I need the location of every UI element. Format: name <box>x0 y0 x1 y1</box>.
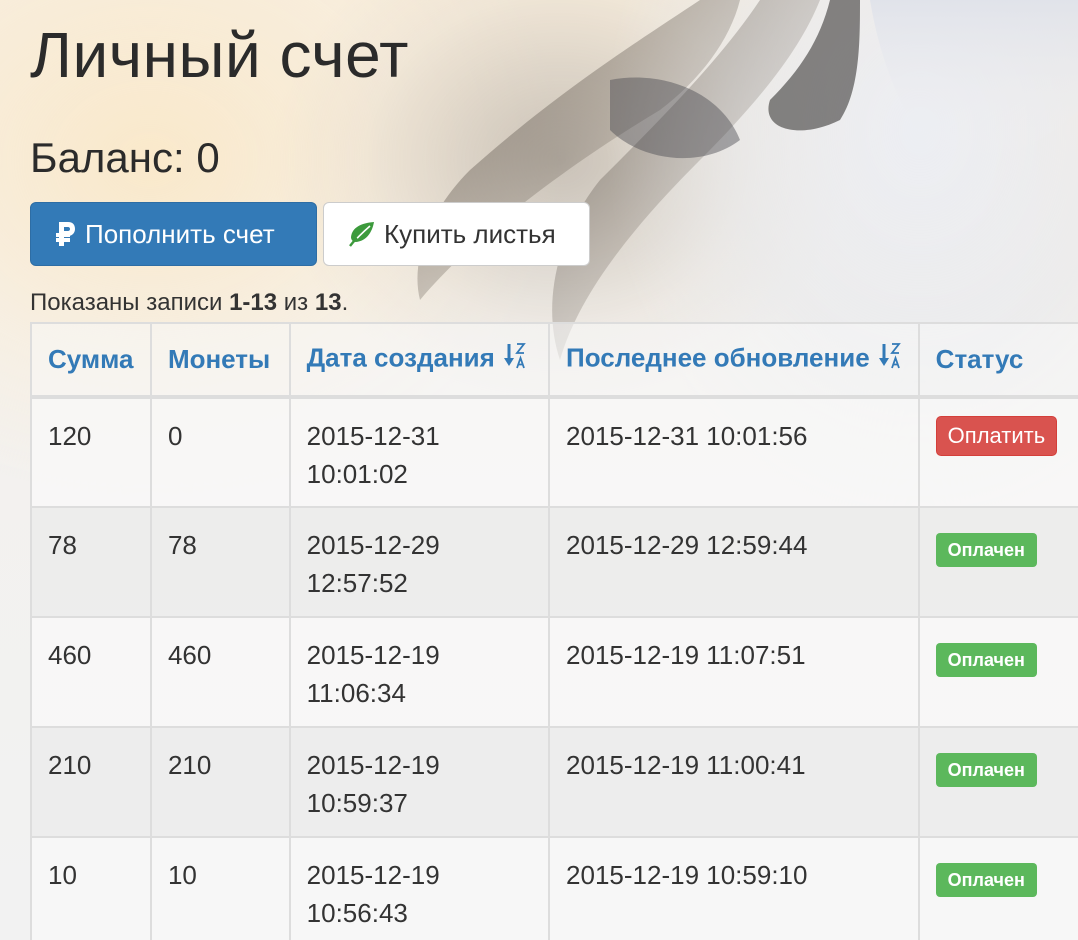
status-badge: Оплачен <box>935 533 1037 567</box>
records-summary: Показаны записи 1-13 из 13. <box>30 288 1078 318</box>
table-row: 10 10 2015-12-19 10:56:43 2015-12-19 10:5… <box>30 836 1078 940</box>
buy-leaves-button[interactable]: Купить листья <box>323 202 590 266</box>
column-header-sum-link[interactable]: Сумма <box>48 344 133 374</box>
column-header-created-link[interactable]: Дата создания <box>307 342 495 372</box>
summary-middle: из <box>277 289 315 316</box>
cell-updated: 2015-12-19 11:07:51 <box>548 616 920 728</box>
created-time: 10:59:37 <box>306 788 408 818</box>
cell-coins: 78 <box>149 506 291 618</box>
buy-leaves-button-label: Купить листья <box>384 218 556 249</box>
cell-sum: 10 <box>30 836 152 940</box>
cell-created: 2015-12-31 10:01:02 <box>288 396 551 508</box>
created-time: 11:06:34 <box>306 678 406 708</box>
created-date: 2015-12-19 <box>306 640 440 670</box>
action-buttons: Пополнить счет Купить листья <box>30 202 1078 266</box>
cell-coins: 0 <box>149 396 291 508</box>
summary-total: 13 <box>314 289 342 316</box>
column-header-coins-link[interactable]: Монеты <box>168 344 270 374</box>
summary-range: 1-13 <box>229 289 278 316</box>
cell-status: Оплатить <box>917 396 1078 508</box>
cell-status: Оплачен <box>917 616 1078 728</box>
column-header-status[interactable]: Статус <box>917 322 1078 399</box>
cell-sum: 120 <box>30 396 152 508</box>
table-row: 460 460 2015-12-19 11:06:34 2015-12-19 11… <box>30 616 1078 728</box>
table-row: 120 0 2015-12-31 10:01:02 2015-12-31 10:0… <box>30 396 1078 508</box>
column-header-updated[interactable]: Последнее обновление <box>548 322 920 399</box>
cell-created: 2015-12-29 12:57:52 <box>288 506 551 618</box>
created-date: 2015-12-19 <box>306 860 440 890</box>
table-row: 78 78 2015-12-29 12:57:52 2015-12-29 12:5… <box>30 506 1078 618</box>
created-time: 10:01:02 <box>306 459 408 489</box>
column-header-created[interactable]: Дата создания <box>288 322 551 399</box>
balance-heading: Баланс: 0 <box>30 134 220 181</box>
status-badge: Оплачен <box>935 643 1037 677</box>
leaf-icon <box>348 221 376 247</box>
cell-status: Оплачен <box>917 726 1078 838</box>
table-row: 210 210 2015-12-19 10:59:37 2015-12-19 11… <box>30 726 1078 838</box>
created-date: 2015-12-19 <box>306 750 440 780</box>
cell-sum: 210 <box>30 726 152 838</box>
column-header-status-link[interactable]: Статус <box>936 344 1024 374</box>
cell-sum: 460 <box>30 616 152 728</box>
status-badge: Оплачен <box>935 753 1037 787</box>
cell-updated: 2015-12-29 12:59:44 <box>548 506 920 618</box>
sort-desc-icon <box>503 341 527 378</box>
ruble-icon <box>55 220 77 248</box>
cell-created: 2015-12-19 10:59:37 <box>288 726 551 838</box>
page-title: Личный счет <box>30 19 409 91</box>
pay-button[interactable]: Оплатить <box>935 416 1058 456</box>
created-time: 12:57:52 <box>306 568 408 598</box>
column-header-sum[interactable]: Сумма <box>30 322 152 399</box>
created-date: 2015-12-29 <box>306 530 440 560</box>
topup-button-label: Пополнить счет <box>85 218 275 249</box>
sort-desc-icon <box>878 341 902 378</box>
table-header-row: Сумма Монеты Дата создания Последнее обн… <box>30 322 1078 399</box>
cell-coins: 10 <box>149 836 291 940</box>
cell-updated: 2015-12-31 10:01:56 <box>548 396 920 508</box>
cell-updated: 2015-12-19 10:59:10 <box>548 836 920 940</box>
created-time: 10:56:43 <box>306 898 408 928</box>
column-header-updated-link[interactable]: Последнее обновление <box>566 342 870 372</box>
cell-coins: 460 <box>149 616 291 728</box>
cell-created: 2015-12-19 10:56:43 <box>288 836 551 940</box>
cell-status: Оплачен <box>917 836 1078 940</box>
cell-status: Оплачен <box>917 506 1078 618</box>
cell-created: 2015-12-19 11:06:34 <box>288 616 551 728</box>
summary-suffix: . <box>341 289 349 316</box>
invoices-table: Сумма Монеты Дата создания Последнее обн… <box>30 322 1078 940</box>
cell-updated: 2015-12-19 11:00:41 <box>548 726 920 838</box>
topup-button[interactable]: Пополнить счет <box>30 202 317 266</box>
created-date: 2015-12-31 <box>306 421 440 451</box>
column-header-coins[interactable]: Монеты <box>149 322 291 399</box>
status-badge: Оплачен <box>935 863 1037 897</box>
cell-coins: 210 <box>149 726 291 838</box>
summary-prefix: Показаны записи <box>30 289 230 316</box>
cell-sum: 78 <box>30 506 152 618</box>
